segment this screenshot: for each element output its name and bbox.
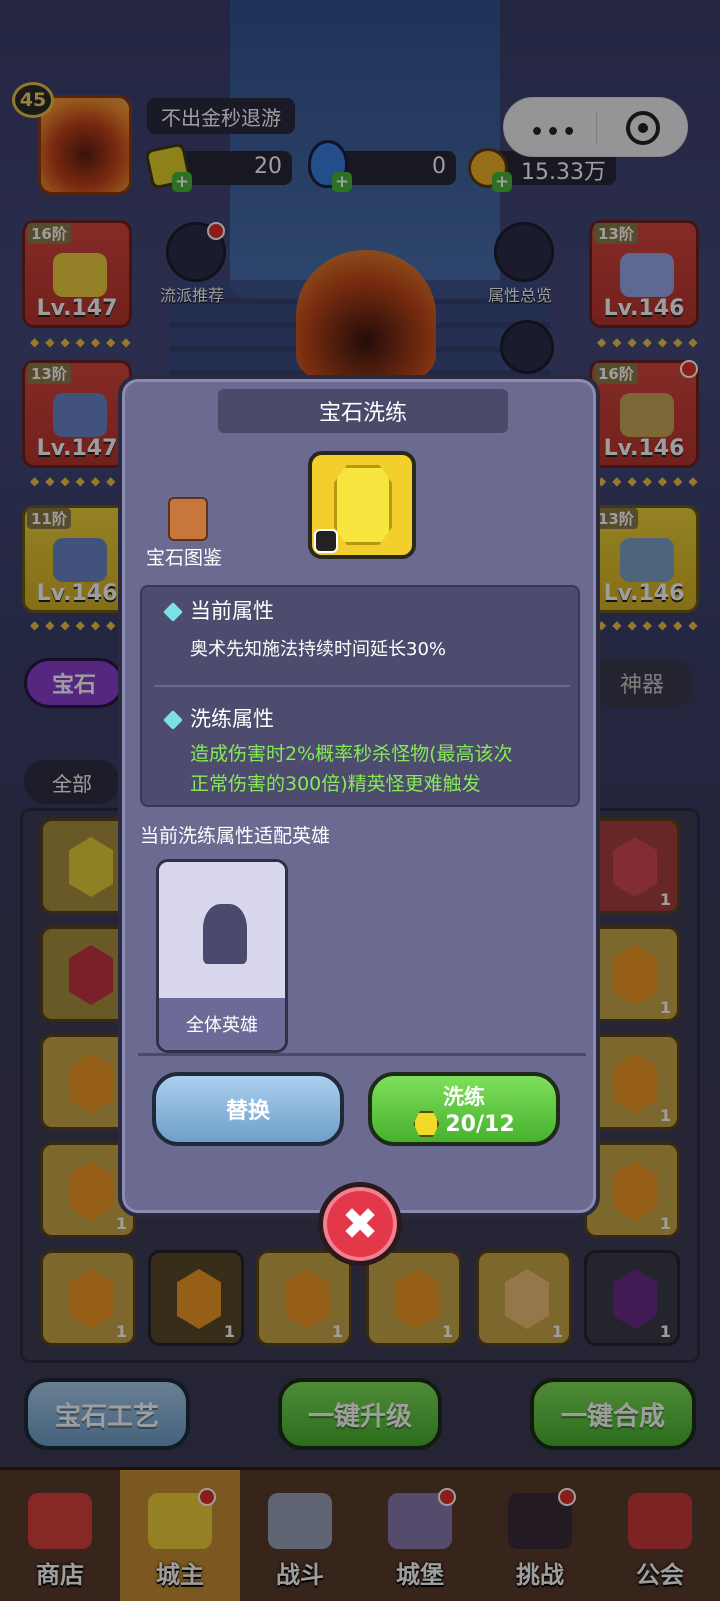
gem-catalog-label[interactable]: 宝石图鉴	[146, 543, 222, 570]
replace-button-label: 替换	[225, 1099, 270, 1124]
diamond-bullet-icon	[163, 602, 183, 622]
refine-attribute-header: 洗练属性	[190, 707, 274, 731]
refine-attribute-line-1: 造成伤害时2%概率秒杀怪物(最高该次	[190, 743, 513, 765]
refine-button[interactable]: 洗练 20/12	[368, 1072, 560, 1146]
yellow-gem-icon	[334, 465, 392, 545]
close-icon: ✖	[341, 1198, 379, 1250]
divider	[138, 1053, 586, 1056]
selected-gem[interactable]	[308, 451, 416, 559]
close-dialog-button[interactable]: ✖	[318, 1182, 402, 1266]
refine-cost: 20/12	[445, 1111, 515, 1137]
refine-button-label: 洗练	[443, 1085, 485, 1109]
ring-slot-icon	[314, 529, 338, 553]
attribute-panel: 当前属性 奥术先知施法持续时间延长30% 洗练属性 造成伤害时2%概率秒杀怪物(…	[140, 585, 580, 807]
divider	[154, 685, 570, 687]
diamond-bullet-icon	[163, 710, 183, 730]
replace-button[interactable]: 替换	[152, 1072, 344, 1146]
wizard-hero-icon	[203, 904, 247, 964]
hero-card[interactable]: 全体英雄	[156, 859, 288, 1053]
matching-heroes-header: 当前洗练属性适配英雄	[140, 825, 331, 847]
current-attribute-header: 当前属性	[190, 599, 274, 623]
gem-refine-dialog: 宝石洗练 宝石图鉴 当前属性 奥术先知施法持续时间延长30% 洗练属性 造成伤害…	[118, 375, 600, 1217]
current-attribute-text: 奥术先知施法持续时间延长30%	[190, 639, 447, 660]
gem-catalog-icon[interactable]	[168, 497, 208, 541]
refine-attribute-line-2: 正常伤害的300倍)精英怪更难触发	[190, 773, 481, 795]
gem-cost-icon	[413, 1111, 440, 1137]
dialog-title: 宝石洗练	[218, 389, 508, 433]
hero-card-label: 全体英雄	[159, 998, 285, 1050]
